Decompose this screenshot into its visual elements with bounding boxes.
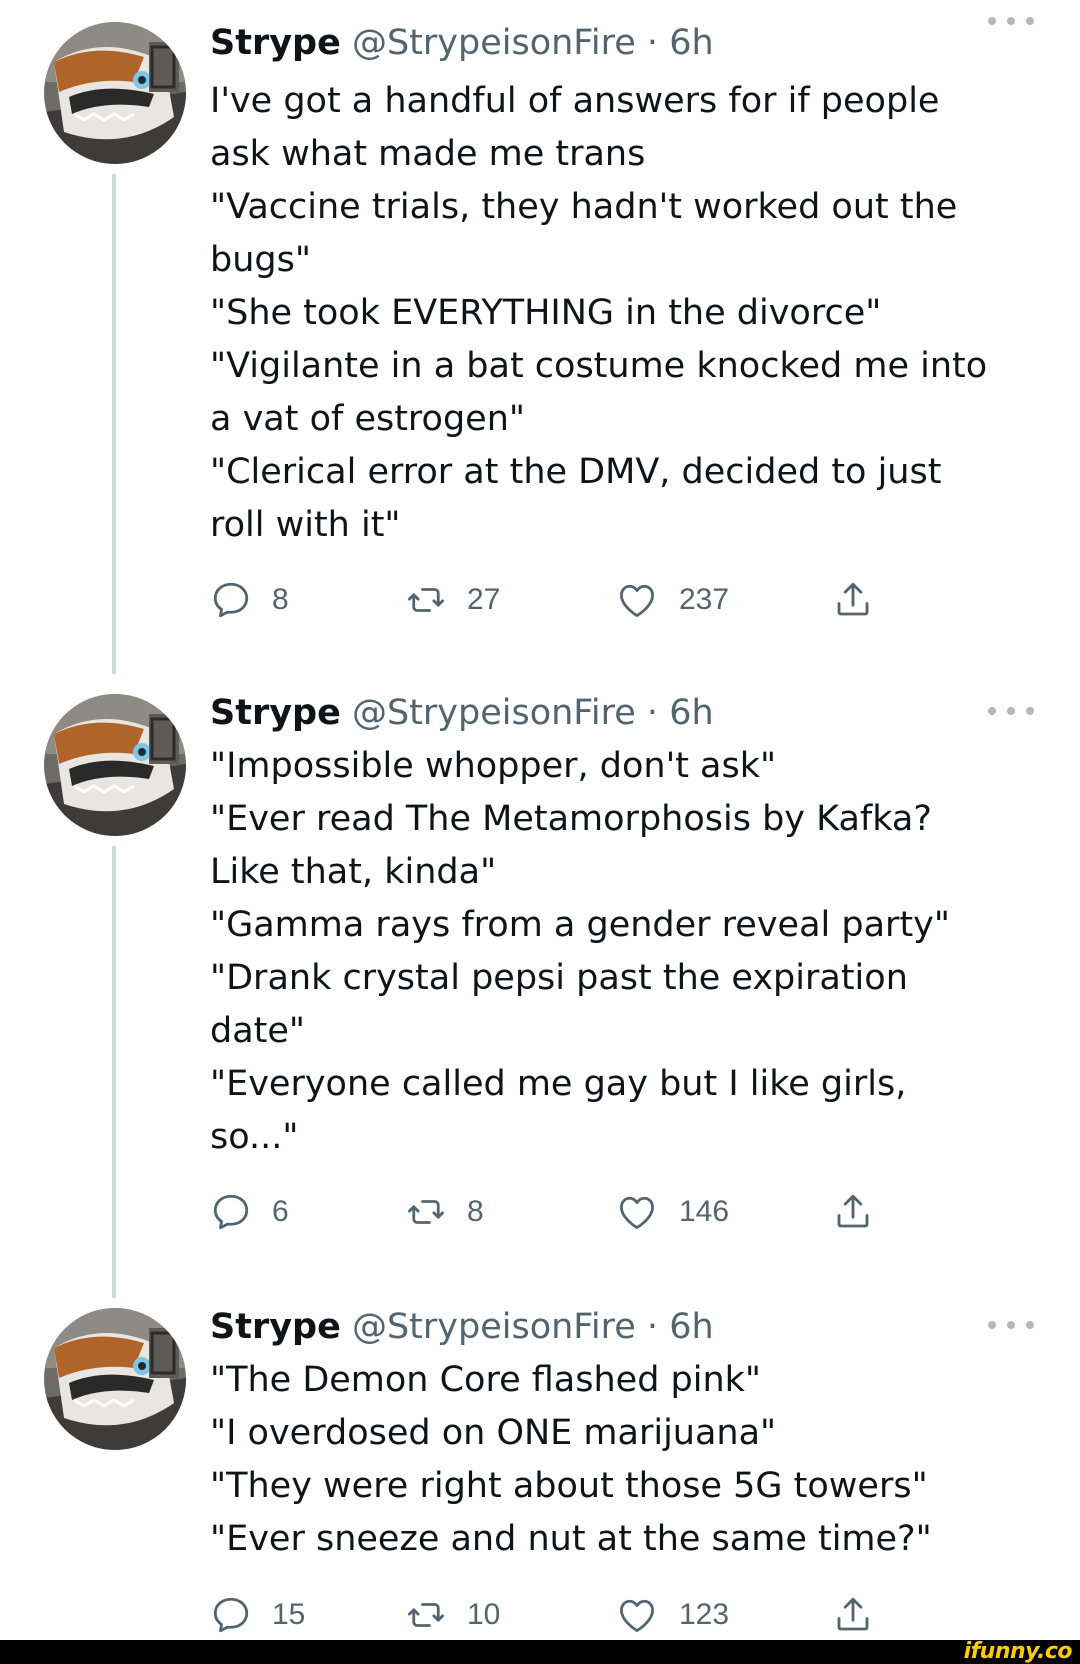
avatar[interactable]: [44, 694, 186, 836]
tweet-line: I've got a handful of answers for if peo…: [210, 81, 940, 121]
reply-button[interactable]: 8: [210, 575, 289, 625]
tweet-line: "Ever sneeze and nut at the same time?": [210, 1519, 932, 1559]
tweet-line: "She took EVERYTHING in the divorce": [210, 293, 882, 333]
thread-connector: [112, 846, 116, 1298]
avatar[interactable]: [44, 1308, 186, 1450]
more-icon[interactable]: [988, 10, 1034, 32]
like-button[interactable]: 123: [615, 1590, 729, 1640]
display-name[interactable]: Strype: [210, 23, 341, 63]
tweet-line: "Gamma rays from a gender reveal party": [210, 905, 950, 945]
more-icon[interactable]: [988, 700, 1034, 722]
display-name[interactable]: Strype: [210, 1307, 341, 1347]
tweet-text: "The Demon Core flashed pink" "I overdos…: [210, 1354, 1040, 1566]
tweet-line: so...": [210, 1117, 299, 1157]
tweet-line: "Impossible whopper, don't ask": [210, 746, 777, 786]
reply-icon: [213, 1194, 249, 1230]
tweet-line: "Drank crystal pepsi past the expiration: [210, 958, 908, 998]
like-count: 237: [679, 583, 730, 616]
tweet-actions: 6 8 146: [210, 1187, 910, 1237]
tweet-line: "Vigilante in a bat costume knocked me i…: [210, 346, 988, 386]
tweet-line: "They were right about those 5G towers": [210, 1466, 928, 1506]
separator: ·: [646, 1307, 659, 1347]
like-count: 146: [679, 1195, 730, 1228]
share-icon: [837, 582, 869, 616]
tweet-text: "Impossible whopper, don't ask" "Ever re…: [210, 740, 1040, 1164]
tweet-header: Strype @StrypeisonFire · 6h: [210, 687, 714, 739]
timestamp[interactable]: 6h: [669, 23, 713, 63]
share-button[interactable]: [832, 1187, 874, 1237]
like-button[interactable]: 146: [615, 1187, 729, 1237]
retweet-button[interactable]: 27: [405, 575, 500, 625]
like-button[interactable]: 237: [615, 575, 729, 625]
avatar[interactable]: [44, 22, 186, 164]
tweet-header: Strype @StrypeisonFire · 6h: [210, 17, 714, 69]
tweet-line: a vat of estrogen": [210, 399, 525, 439]
reply-count: 6: [272, 1195, 289, 1228]
reply-count: 8: [272, 583, 289, 616]
tweet-line: "Ever read The Metamorphosis by Kafka?: [210, 799, 932, 839]
tweet-header: Strype @StrypeisonFire · 6h: [210, 1301, 714, 1353]
timestamp[interactable]: 6h: [669, 693, 713, 733]
tweet-line: "The Demon Core flashed pink": [210, 1360, 762, 1400]
tweet-line: "Everyone called me gay but I like girls…: [210, 1064, 907, 1104]
tweet-line: "Clerical error at the DMV, decided to j…: [210, 452, 942, 492]
share-button[interactable]: [832, 575, 874, 625]
tweet-line: Like that, kinda": [210, 852, 497, 892]
watermark-bar: ifunny.co: [0, 1640, 1080, 1664]
tweet-line: bugs": [210, 240, 311, 280]
retweet-count: 27: [467, 583, 501, 616]
retweet-icon: [407, 1200, 445, 1224]
share-button[interactable]: [832, 1590, 874, 1640]
heart-icon: [620, 1599, 654, 1632]
thread-connector: [112, 174, 116, 674]
retweet-button[interactable]: 8: [405, 1187, 484, 1237]
retweet-button[interactable]: 10: [405, 1590, 500, 1640]
tweet-line: "Vaccine trials, they hadn't worked out …: [210, 187, 958, 227]
timestamp[interactable]: 6h: [669, 1307, 713, 1347]
retweet-count: 8: [467, 1195, 484, 1228]
share-icon: [837, 1194, 869, 1228]
more-icon[interactable]: [988, 1314, 1034, 1336]
reply-button[interactable]: 15: [210, 1590, 305, 1640]
tweet-actions: 15 10 123: [210, 1590, 910, 1640]
user-handle[interactable]: @StrypeisonFire: [352, 23, 636, 63]
tweet-line: "I overdosed on ONE marijuana": [210, 1413, 777, 1453]
heart-icon: [620, 584, 654, 617]
watermark-logo: ifunny.co: [963, 1639, 1073, 1664]
tweet-line: ask what made me trans: [210, 134, 646, 174]
reply-icon: [213, 582, 249, 618]
retweet-icon: [407, 588, 445, 612]
reply-button[interactable]: 6: [210, 1187, 289, 1237]
user-handle[interactable]: @StrypeisonFire: [352, 1307, 636, 1347]
tweet-text: I've got a handful of answers for if peo…: [210, 75, 1040, 552]
separator: ·: [646, 23, 659, 63]
retweet-count: 10: [467, 1598, 501, 1631]
share-icon: [837, 1597, 869, 1631]
separator: ·: [646, 693, 659, 733]
like-count: 123: [679, 1598, 730, 1631]
reply-icon: [213, 1597, 249, 1633]
user-handle[interactable]: @StrypeisonFire: [352, 693, 636, 733]
heart-icon: [620, 1196, 654, 1229]
tweet-line: date": [210, 1011, 306, 1051]
retweet-icon: [407, 1603, 445, 1627]
display-name[interactable]: Strype: [210, 693, 341, 733]
reply-count: 15: [272, 1598, 306, 1631]
tweet-line: roll with it": [210, 505, 401, 545]
tweet-actions: 8 27 237: [210, 575, 910, 625]
